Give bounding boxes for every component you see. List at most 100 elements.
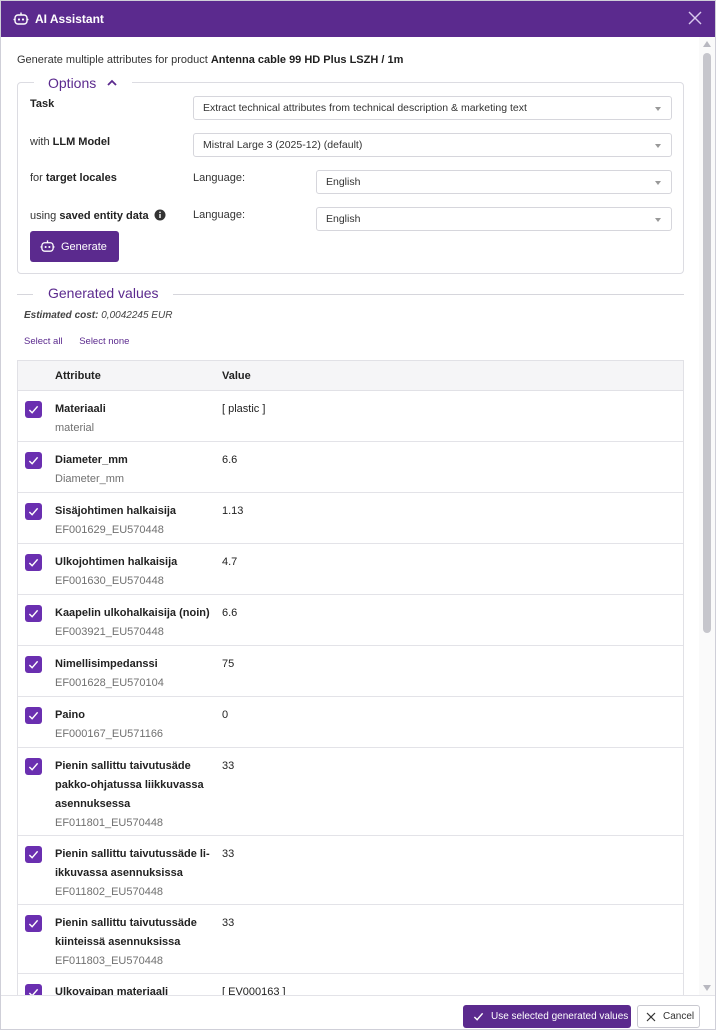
row-checkbox[interactable] — [25, 554, 42, 571]
use-selected-label: Use selected generated values — [491, 1011, 629, 1022]
selection-links: Select all Select none — [24, 336, 143, 347]
attribute-cell: Pienin sallittu taivutusäde pakko-ohjatu… — [55, 757, 215, 833]
attribute-name: Ulkojohtimen halkaisija — [55, 556, 178, 568]
close-icon — [646, 1012, 656, 1021]
column-header-attribute: Attribute — [55, 370, 101, 382]
attribute-cell: Sisäjohtimen halkaisija EF001629_EU570448 — [55, 502, 215, 540]
attribute-cell: Kaapelin ulkohalkaisija (noin) EF003921_E… — [55, 604, 215, 642]
row-checkbox[interactable] — [25, 984, 42, 995]
dialog-footer: Use selected generated values Cancel — [1, 995, 715, 1029]
table-row: Paino EF000167_EU571166 0 — [18, 697, 683, 748]
check-icon — [28, 507, 39, 516]
check-icon — [28, 660, 39, 669]
generated-values-table: Attribute Value Materiaali material [ plas… — [17, 360, 684, 995]
check-icon — [28, 405, 39, 414]
attribute-code: Diameter_mm — [55, 473, 125, 485]
caret-down-icon — [655, 107, 661, 111]
table-row: Pienin sallittu taivutusäde pakko-ohjatu… — [18, 748, 683, 836]
intro-prefix: Generate multiple attributes for product — [17, 54, 211, 66]
chevron-up-icon — [107, 79, 117, 86]
check-icon — [28, 456, 39, 465]
estimated-cost: Estimated cost: 0,0042245 EUR — [24, 310, 173, 321]
row-checkbox[interactable] — [25, 503, 42, 520]
task-label: Task — [30, 98, 55, 110]
table-row: Ulkojohtimen halkaisija EF001630_EU570448… — [18, 544, 683, 595]
row-checkbox[interactable] — [25, 605, 42, 622]
options-toggle[interactable]: Options — [34, 74, 133, 92]
options-panel: Options Task Extract technical attribute… — [17, 74, 684, 274]
check-icon — [28, 558, 39, 567]
attribute-value: 33 — [222, 917, 235, 929]
attribute-code: EF011802_EU570448 — [55, 886, 164, 898]
attribute-value: 6.6 — [222, 607, 238, 619]
close-icon[interactable] — [687, 10, 703, 26]
info-icon[interactable] — [154, 209, 166, 221]
table-row: Ulkovaipan materiaali [ EV000163 ] — [18, 974, 683, 995]
divider — [173, 294, 684, 295]
model-label: with LLM Model — [30, 136, 111, 148]
attribute-cell: Materiaali material — [55, 400, 215, 438]
generated-values-title: Generated values — [48, 285, 159, 301]
saved-entity-language-label: Language: — [193, 209, 245, 221]
generate-label: Generate — [61, 240, 107, 253]
table-body: Materiaali material [ plastic ] Diameter_mm… — [18, 391, 683, 995]
attribute-cell: Pienin sallittu taivutussäde li-ikkuvass… — [55, 845, 215, 902]
attribute-value: [ EV000163 ] — [222, 986, 286, 995]
row-checkbox[interactable] — [25, 758, 42, 775]
task-select[interactable]: Extract technical attributes from techni… — [193, 96, 672, 120]
attribute-value: 6.6 — [222, 454, 238, 466]
check-icon — [473, 1012, 484, 1021]
select-all-link[interactable]: Select all — [24, 336, 63, 347]
attribute-name: Nimellisimpedanssi — [55, 658, 158, 670]
target-locales-select[interactable]: English — [316, 170, 672, 194]
column-header-value: Value — [222, 370, 251, 382]
vertical-scrollbar[interactable] — [699, 37, 715, 995]
attribute-cell: Ulkojohtimen halkaisija EF001630_EU570448 — [55, 553, 215, 591]
row-checkbox[interactable] — [25, 846, 42, 863]
target-locales-value: English — [326, 176, 361, 188]
scroll-up-icon[interactable] — [703, 41, 711, 47]
attribute-name: Pienin sallittu taivutussäde kiinteissä … — [55, 917, 197, 948]
task-select-value: Extract technical attributes from techni… — [203, 102, 527, 114]
llm-model-value: Mistral Large 3 (2025-12) (default) — [203, 139, 363, 151]
generate-button[interactable]: Generate — [30, 231, 119, 262]
attribute-value: 4.7 — [222, 556, 238, 568]
caret-down-icon — [655, 218, 661, 222]
check-icon — [28, 919, 39, 928]
attribute-name: Diameter_mm — [55, 454, 128, 466]
table-row: Sisäjohtimen halkaisija EF001629_EU570448… — [18, 493, 683, 544]
caret-down-icon — [655, 144, 661, 148]
row-checkbox[interactable] — [25, 401, 42, 418]
attribute-value: 33 — [222, 760, 235, 772]
check-icon — [28, 988, 39, 995]
divider — [17, 294, 33, 295]
table-row: Nimellisimpedanssi EF001628_EU570104 75 — [18, 646, 683, 697]
table-row: Kaapelin ulkohalkaisija (noin) EF003921_E… — [18, 595, 683, 646]
attribute-code: EF001628_EU570104 — [55, 677, 164, 689]
attribute-code: material — [55, 422, 95, 434]
saved-entity-select[interactable]: English — [316, 207, 672, 231]
options-legend: Options — [48, 75, 97, 91]
check-icon — [28, 711, 39, 720]
row-checkbox[interactable] — [25, 915, 42, 932]
intro-text: Generate multiple attributes for product… — [17, 54, 403, 66]
row-checkbox[interactable] — [25, 656, 42, 673]
row-checkbox[interactable] — [25, 707, 42, 724]
attribute-code: EF001630_EU570448 — [55, 575, 164, 587]
cancel-button[interactable]: Cancel — [637, 1005, 700, 1028]
row-checkbox[interactable] — [25, 452, 42, 469]
attribute-cell: Pienin sallittu taivutussäde kiinteissä … — [55, 914, 215, 971]
attribute-cell: Paino EF000167_EU571166 — [55, 706, 215, 744]
check-icon — [28, 850, 39, 859]
llm-model-select[interactable]: Mistral Large 3 (2025-12) (default) — [193, 133, 672, 157]
attribute-value: 75 — [222, 658, 235, 670]
table-header: Attribute Value — [18, 360, 683, 391]
use-selected-values-button[interactable]: Use selected generated values — [463, 1005, 631, 1028]
scroll-down-icon[interactable] — [703, 985, 711, 991]
select-none-link[interactable]: Select none — [79, 336, 129, 347]
check-icon — [28, 762, 39, 771]
attribute-name: Ulkovaipan materiaali — [55, 986, 169, 995]
table-row: Pienin sallittu taivutussäde kiinteissä … — [18, 905, 683, 974]
scrollbar-thumb[interactable] — [703, 53, 711, 633]
ai-assistant-icon — [40, 240, 55, 252]
